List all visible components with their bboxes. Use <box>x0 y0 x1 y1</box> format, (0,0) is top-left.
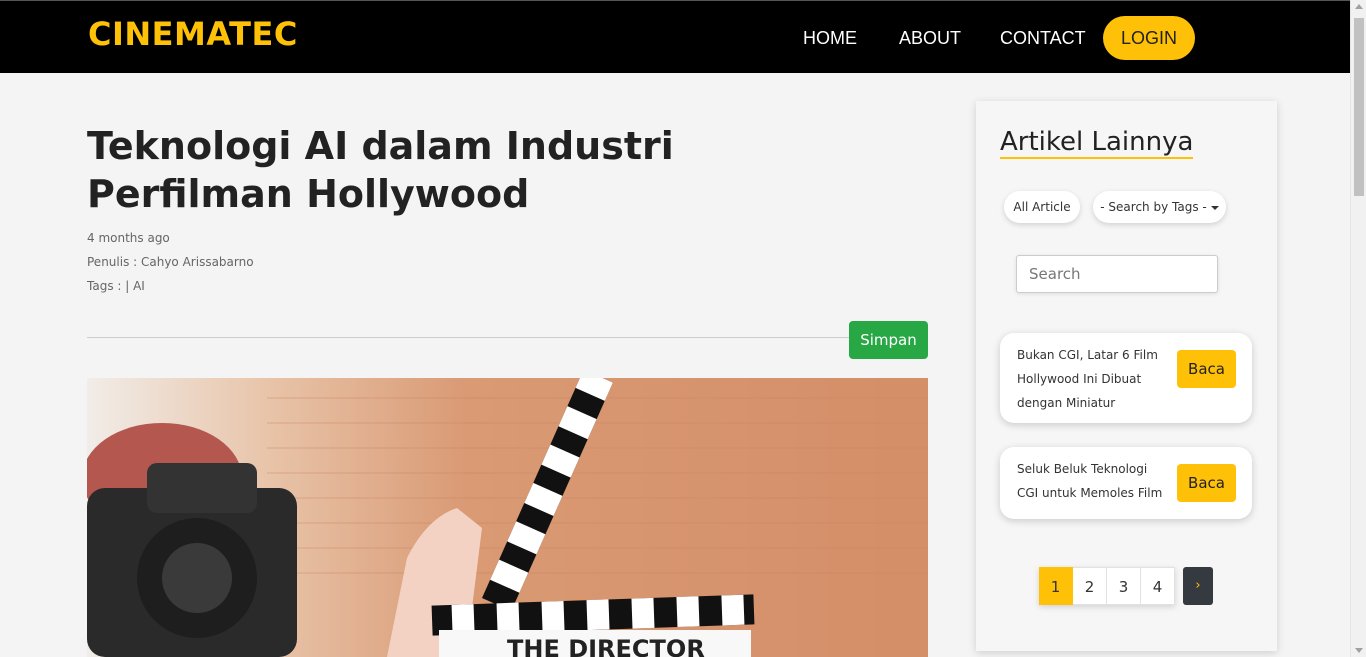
nav-contact-link[interactable]: CONTACT <box>1000 28 1086 49</box>
nav-home-link[interactable]: HOME <box>803 28 857 49</box>
article-tags: Tags : | AI <box>87 279 145 293</box>
read-button[interactable]: Baca <box>1177 350 1236 388</box>
navbar: CINEMATEC HOME ABOUT CONTACT LOGIN <box>0 0 1350 73</box>
sidebar-other-articles: Artikel Lainnya All Article - Search by … <box>976 101 1277 651</box>
login-button[interactable]: LOGIN <box>1103 16 1195 60</box>
clapperboard-text: THE DIRECTOR <box>507 635 705 657</box>
page-1-button[interactable]: 1 <box>1039 567 1073 605</box>
page-3-button[interactable]: 3 <box>1107 567 1141 605</box>
page-4-button[interactable]: 4 <box>1141 567 1175 605</box>
tags-dropdown[interactable]: - Search by Tags - <box>1093 191 1226 223</box>
nav-about-link[interactable]: ABOUT <box>899 28 961 49</box>
brand-logo[interactable]: CINEMATEC <box>88 15 298 53</box>
article-title: Teknologi AI dalam Industri Perfilman Ho… <box>87 124 674 216</box>
all-article-filter[interactable]: All Article <box>1004 191 1080 223</box>
article-card-title: Seluk Beluk Teknologi CGI untuk Memoles … <box>1017 462 1163 500</box>
scroll-thumb[interactable] <box>1354 18 1364 196</box>
sidebar-title: Artikel Lainnya <box>1000 127 1194 159</box>
article-card: Bukan CGI, Latar 6 Film Hollywood Ini Di… <box>1000 333 1252 423</box>
scroll-down-icon[interactable] <box>1355 648 1363 653</box>
scroll-up-icon[interactable] <box>1355 4 1363 9</box>
divider <box>87 337 849 338</box>
clapperboard-photo: THE DIRECTOR <box>87 378 928 657</box>
article-card-title: Bukan CGI, Latar 6 Film Hollywood Ini Di… <box>1017 348 1158 410</box>
article-card: Seluk Beluk Teknologi CGI untuk Memoles … <box>1000 447 1252 519</box>
article-author: Penulis : Cahyo Arissabarno <box>87 255 254 269</box>
vertical-scrollbar[interactable] <box>1350 0 1366 657</box>
search-input[interactable] <box>1016 255 1218 293</box>
save-button[interactable]: Simpan <box>849 321 928 359</box>
article-hero-image: THE DIRECTOR <box>87 378 928 657</box>
pagination: 1 2 3 4 <box>1039 567 1175 605</box>
article-date: 4 months ago <box>87 231 170 245</box>
page-2-button[interactable]: 2 <box>1073 567 1107 605</box>
caret-down-icon <box>1210 205 1219 210</box>
next-page-button[interactable]: › <box>1183 567 1213 605</box>
read-button[interactable]: Baca <box>1177 464 1236 502</box>
tags-dropdown-label: - Search by Tags - <box>1100 200 1207 214</box>
